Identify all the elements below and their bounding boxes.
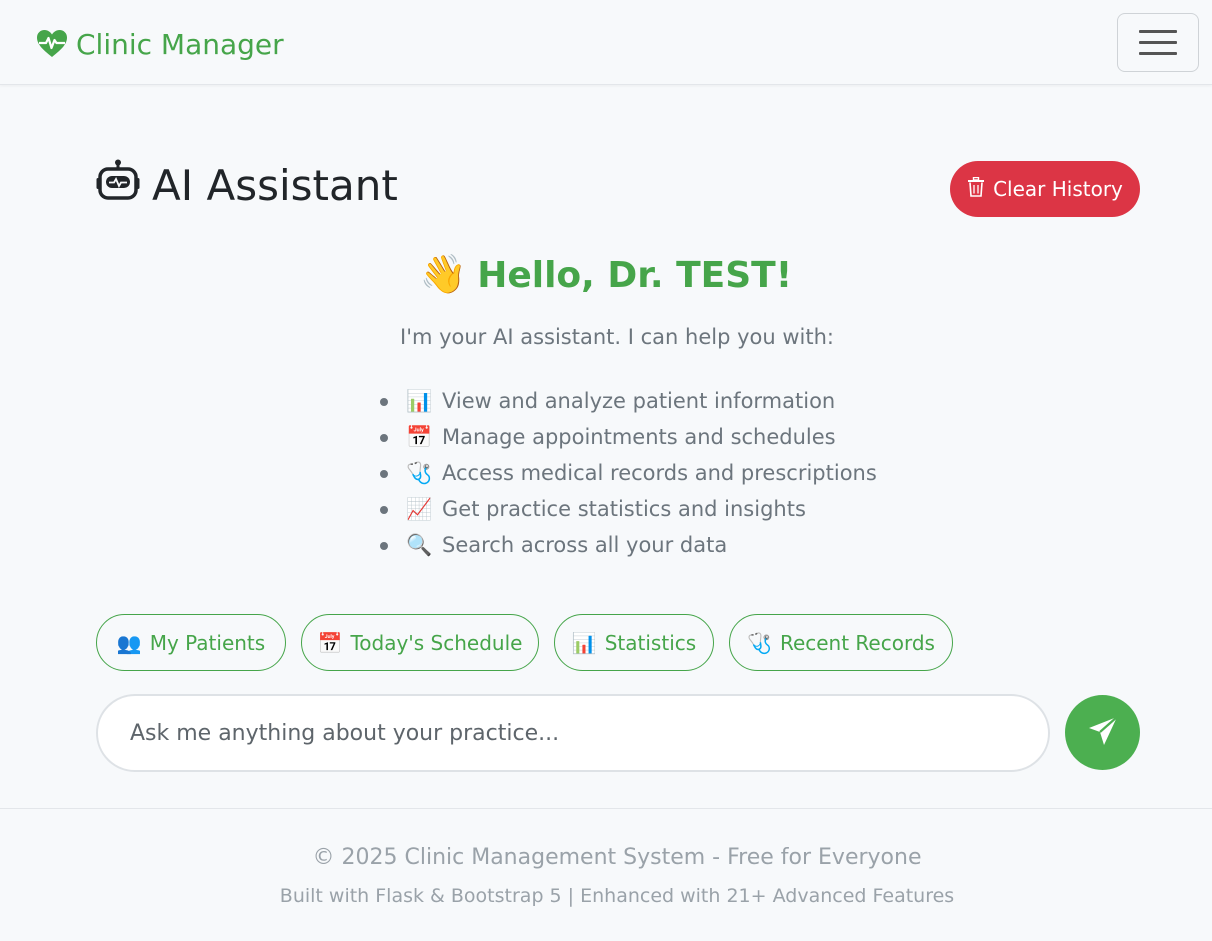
quick-action-label: Statistics [604,630,697,655]
calendar-icon: 📅 [317,630,343,655]
quick-action-recent-records-button[interactable]: 🩺 Recent Records [729,614,953,671]
quick-action-label: My Patients [149,630,266,655]
send-message-button[interactable] [1065,695,1140,770]
list-item-text: Search across all your data [442,533,728,557]
greeting-text: Hello, Dr. TEST! [477,255,793,296]
robot-icon [96,159,140,211]
page-title: AI Assistant [96,158,398,212]
clear-history-label: Clear History [993,177,1123,201]
quick-action-todays-schedule-button[interactable]: 📅 Today's Schedule [301,614,539,671]
hamburger-icon-bar-3 [1139,52,1177,55]
list-item-text: Get practice statistics and insights [442,497,806,521]
trend-chart-icon: 📈 [406,496,433,521]
list-item-text: View and analyze patient information [442,389,836,413]
navbar-toggler-button[interactable] [1117,13,1199,72]
navbar: Clinic Manager [0,0,1212,85]
list-item-text: Access medical records and prescriptions [442,461,877,485]
list-item: 📈 Get practice statistics and insights [380,491,877,527]
send-icon [1087,715,1119,750]
brand-name: Clinic Manager [76,27,284,61]
magnifier-icon: 🔍 [406,532,433,557]
people-icon: 👥 [116,630,142,655]
calendar-icon: 📅 [406,424,433,449]
bar-chart-icon: 📊 [571,630,597,655]
bar-chart-icon: 📊 [406,388,433,413]
quick-action-label: Today's Schedule [350,630,523,655]
assistant-intro: I'm your AI assistant. I can help you wi… [400,325,834,349]
footer-copyright: © 2025 Clinic Management System - Free f… [312,845,922,870]
quick-action-my-patients-button[interactable]: 👥 My Patients [96,614,286,671]
quick-action-label: Recent Records [779,630,935,655]
heart-pulse-icon [36,29,68,59]
clear-history-button[interactable]: Clear History [950,161,1140,217]
list-item: 🔍 Search across all your data [380,527,877,563]
greeting-heading: 👋 Hello, Dr. TEST! [0,252,1212,297]
chat-message-input[interactable] [96,694,1050,772]
quick-action-statistics-button[interactable]: 📊 Statistics [554,614,714,671]
list-item: 🩺 Access medical records and prescriptio… [380,455,877,491]
list-item-text: Manage appointments and schedules [442,425,836,449]
waving-hand-icon: 👋 [419,252,468,296]
brand-link[interactable]: Clinic Manager [36,26,284,62]
stethoscope-icon: 🩺 [747,630,772,655]
footer-credits: Built with Flask & Bootstrap 5 | Enhance… [279,885,955,907]
stethoscope-icon: 🩺 [406,460,433,485]
list-item: 📅 Manage appointments and schedules [380,419,877,455]
page-footer: © 2025 Clinic Management System - Free f… [0,808,1212,941]
trash-icon [967,176,985,202]
hamburger-icon-bar-1 [1139,30,1177,33]
page-title-text: AI Assistant [152,160,398,210]
list-item: 📊 View and analyze patient information [380,383,877,419]
capabilities-list: 📊 View and analyze patient information 📅… [380,383,877,563]
hamburger-icon-bar-2 [1139,41,1177,44]
